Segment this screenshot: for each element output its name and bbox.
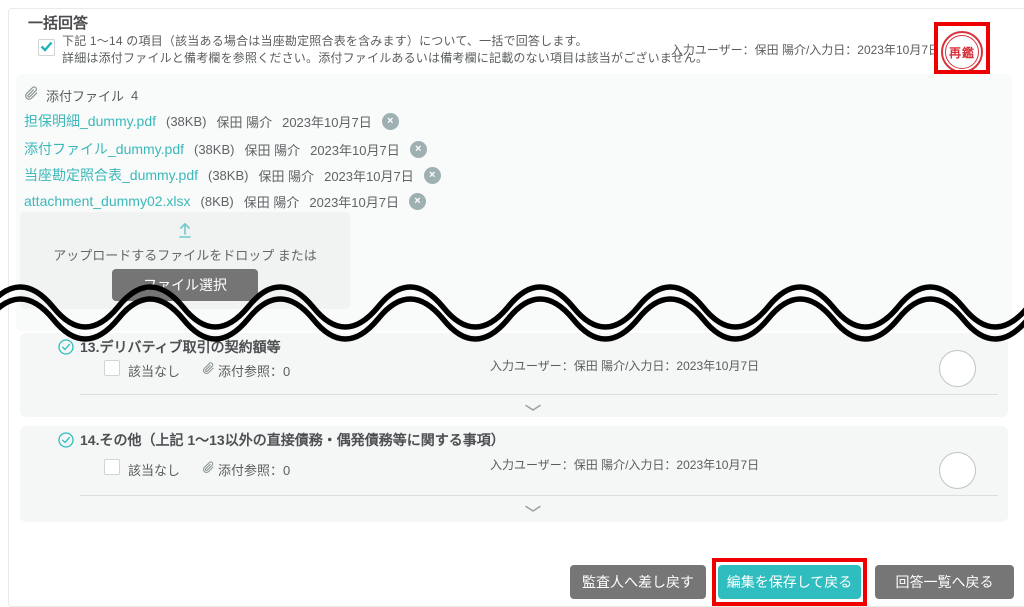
x-circle-icon[interactable]: ×	[410, 141, 427, 158]
file-size: (38KB)	[194, 142, 234, 157]
batch-answer-checkbox[interactable]	[38, 39, 55, 56]
file-date: 2023年10月7日	[310, 140, 400, 159]
section-divider	[80, 394, 998, 395]
check-circle-icon	[58, 432, 74, 453]
file-drop-zone[interactable]: アップロードするファイルをドロップ または ファイル選択	[20, 212, 350, 309]
save-and-back-button[interactable]: 編集を保存して戻る	[718, 565, 861, 599]
attachments-count: 4	[131, 88, 138, 103]
file-size: (8KB)	[201, 194, 234, 209]
header-input-user-info: 入力ユーザー：保田 陽介/入力日：2023年10月7日	[640, 41, 940, 58]
page-title: 一括回答	[28, 12, 88, 33]
file-user: 保田 陽介	[258, 166, 314, 185]
batch-answer-description-line1: 下記 1〜14 の項目（該当ある場合は当座勘定照合表を含みます）について、一括で…	[62, 32, 588, 49]
file-user: 保田 陽介	[244, 140, 300, 159]
checkmark-icon	[40, 39, 53, 57]
file-row: 添付ファイル_dummy.pdf (38KB) 保田 陽介 2023年10月7日…	[24, 138, 427, 160]
check-circle-icon	[58, 339, 74, 360]
file-user: 保田 陽介	[244, 192, 300, 211]
file-size: (38KB)	[166, 114, 206, 129]
file-size: (38KB)	[208, 168, 248, 183]
batch-answer-page: 一括回答 下記 1〜14 の項目（該当ある場合は当座勘定照合表を含みます）につい…	[0, 0, 1024, 607]
file-user: 保田 陽介	[216, 112, 272, 131]
file-link[interactable]: 添付ファイル_dummy.pdf	[24, 139, 184, 159]
paperclip-icon	[24, 86, 39, 105]
attach-reference-label: 添付参照：0	[218, 361, 290, 380]
section-item-14: 14.その他（上記 1〜13以外の直接債務・偶発債務等に関する事項） 該当なし …	[20, 426, 1008, 522]
section-divider	[80, 495, 998, 496]
x-circle-icon[interactable]: ×	[382, 113, 399, 130]
review-stamp-highlight	[934, 22, 990, 74]
file-link[interactable]: 当座勘定照合表_dummy.pdf	[24, 165, 198, 185]
file-link[interactable]: attachment_dummy02.xlsx	[24, 193, 191, 209]
section-13-input-user-info: 入力ユーザー：保田 陽介/入力日：2023年10月7日	[490, 357, 759, 374]
section-13-title: 13.デリバティブ取引の契約額等	[80, 337, 281, 357]
file-date: 2023年10月7日	[282, 112, 372, 131]
section-14-input-user-info: 入力ユーザー：保田 陽介/入力日：2023年10月7日	[490, 456, 759, 473]
stamp-placeholder-circle[interactable]	[939, 350, 976, 387]
chevron-down-icon[interactable]	[524, 399, 542, 417]
not-applicable-checkbox[interactable]	[104, 360, 120, 376]
x-circle-icon[interactable]: ×	[409, 193, 426, 210]
x-circle-icon[interactable]: ×	[424, 167, 441, 184]
attachments-header: 添付ファイル 4	[24, 86, 138, 105]
file-link[interactable]: 担保明細_dummy.pdf	[24, 111, 156, 131]
file-row: 担保明細_dummy.pdf (38KB) 保田 陽介 2023年10月7日 ×	[24, 110, 399, 132]
file-select-button[interactable]: ファイル選択	[112, 269, 258, 301]
attachments-label: 添付ファイル	[46, 86, 124, 105]
not-applicable-label: 該当なし	[128, 460, 180, 479]
upload-icon	[174, 220, 196, 245]
paperclip-icon	[202, 362, 215, 381]
not-applicable-checkbox[interactable]	[104, 459, 120, 475]
section-14-title: 14.その他（上記 1〜13以外の直接債務・偶発債務等に関する事項）	[80, 430, 505, 450]
not-applicable-label: 該当なし	[128, 361, 180, 380]
back-to-answer-list-button[interactable]: 回答一覧へ戻る	[875, 565, 1014, 599]
drop-zone-text: アップロードするファイルをドロップ または	[20, 245, 350, 264]
paperclip-icon	[202, 461, 215, 480]
stamp-placeholder-circle[interactable]	[939, 452, 976, 489]
return-to-auditor-button[interactable]: 監査人へ差し戻す	[570, 565, 706, 599]
section-item-13: 13.デリバティブ取引の契約額等 該当なし 添付参照：0 入力ユーザー：保田 陽…	[20, 333, 1008, 417]
batch-answer-description-line2: 詳細は添付ファイルと備考欄を参照ください。添付ファイルあるいは備考欄に記載のない…	[62, 49, 708, 66]
chevron-down-icon[interactable]	[524, 500, 542, 518]
file-date: 2023年10月7日	[324, 166, 414, 185]
file-row: 当座勘定照合表_dummy.pdf (38KB) 保田 陽介 2023年10月7…	[24, 164, 441, 186]
file-row: attachment_dummy02.xlsx (8KB) 保田 陽介 2023…	[24, 190, 426, 212]
file-date: 2023年10月7日	[309, 192, 399, 211]
attach-reference-label: 添付参照：0	[218, 460, 290, 479]
